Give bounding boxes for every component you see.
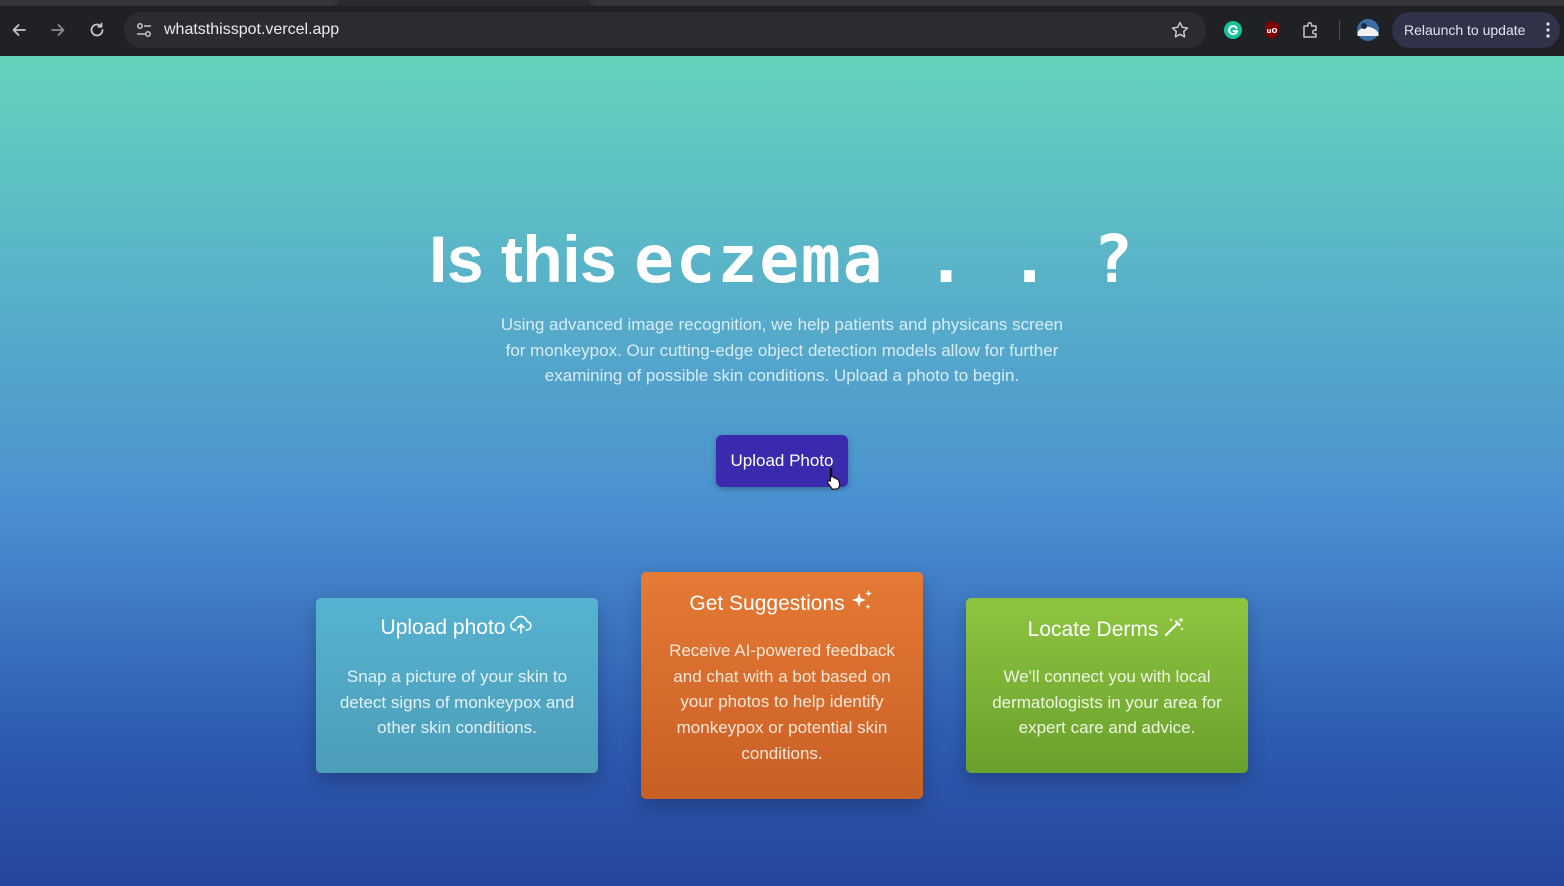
grammarly-icon[interactable] bbox=[1222, 19, 1244, 41]
relaunch-label: Relaunch to update bbox=[1404, 22, 1526, 38]
feature-card-title: Locate Derms bbox=[966, 615, 1248, 645]
ublock-origin-icon[interactable]: uO bbox=[1261, 19, 1283, 41]
site-settings-icon[interactable] bbox=[134, 20, 154, 40]
url-text[interactable]: whatsthisspot.vercel.app bbox=[164, 21, 339, 39]
toolbar-divider bbox=[1339, 20, 1340, 40]
forward-arrow-icon[interactable] bbox=[46, 18, 70, 42]
feature-card-upload-photo: Upload photo Snap a picture of your skin… bbox=[316, 598, 598, 773]
tab[interactable] bbox=[590, 0, 1564, 6]
feature-card-description: Snap a picture of your skin to detect si… bbox=[339, 667, 575, 738]
feature-card-description: Receive AI-powered feedback and chat wit… bbox=[669, 641, 895, 763]
hero-title: Is this eczema . . ? bbox=[0, 221, 1564, 298]
feature-card-title: Upload photo bbox=[316, 615, 598, 641]
bookmark-star-icon[interactable] bbox=[1170, 20, 1190, 40]
address-bar[interactable]: whatsthisspot.vercel.app bbox=[124, 12, 1206, 48]
pointer-cursor-icon bbox=[826, 466, 846, 490]
cloud-upload-icon bbox=[509, 615, 533, 641]
sparkles-icon bbox=[849, 589, 875, 619]
tab[interactable] bbox=[0, 0, 338, 6]
magic-wand-icon bbox=[1162, 615, 1186, 645]
extensions-puzzle-icon[interactable] bbox=[1300, 19, 1322, 41]
hero-title-word: eczema . . ? bbox=[634, 221, 1135, 298]
feature-card-locate-derms: Locate Derms We'll connect you with loca… bbox=[966, 598, 1248, 773]
profile-avatar-icon[interactable] bbox=[1355, 17, 1381, 43]
reload-icon[interactable] bbox=[85, 18, 109, 42]
page-content: Is this eczema . . ? Using advanced imag… bbox=[0, 56, 1564, 886]
feature-card-get-suggestions: Get Suggestions Receive AI-powered feedb… bbox=[641, 572, 923, 799]
browser-toolbar: whatsthisspot.vercel.app uO Relaunch to … bbox=[0, 0, 1564, 56]
hero-title-prefix: Is this bbox=[429, 222, 617, 296]
feature-card-description: We'll connect you with local dermatologi… bbox=[992, 667, 1222, 738]
relaunch-to-update-button[interactable]: Relaunch to update bbox=[1392, 12, 1560, 48]
svg-text:uO: uO bbox=[1267, 27, 1278, 35]
hero-subtitle: Using advanced image recognition, we hel… bbox=[500, 315, 1064, 386]
feature-card-title: Get Suggestions bbox=[641, 589, 923, 619]
more-menu-icon[interactable] bbox=[1546, 22, 1550, 38]
back-arrow-icon[interactable] bbox=[7, 18, 31, 42]
tab-strip bbox=[0, 0, 1564, 6]
